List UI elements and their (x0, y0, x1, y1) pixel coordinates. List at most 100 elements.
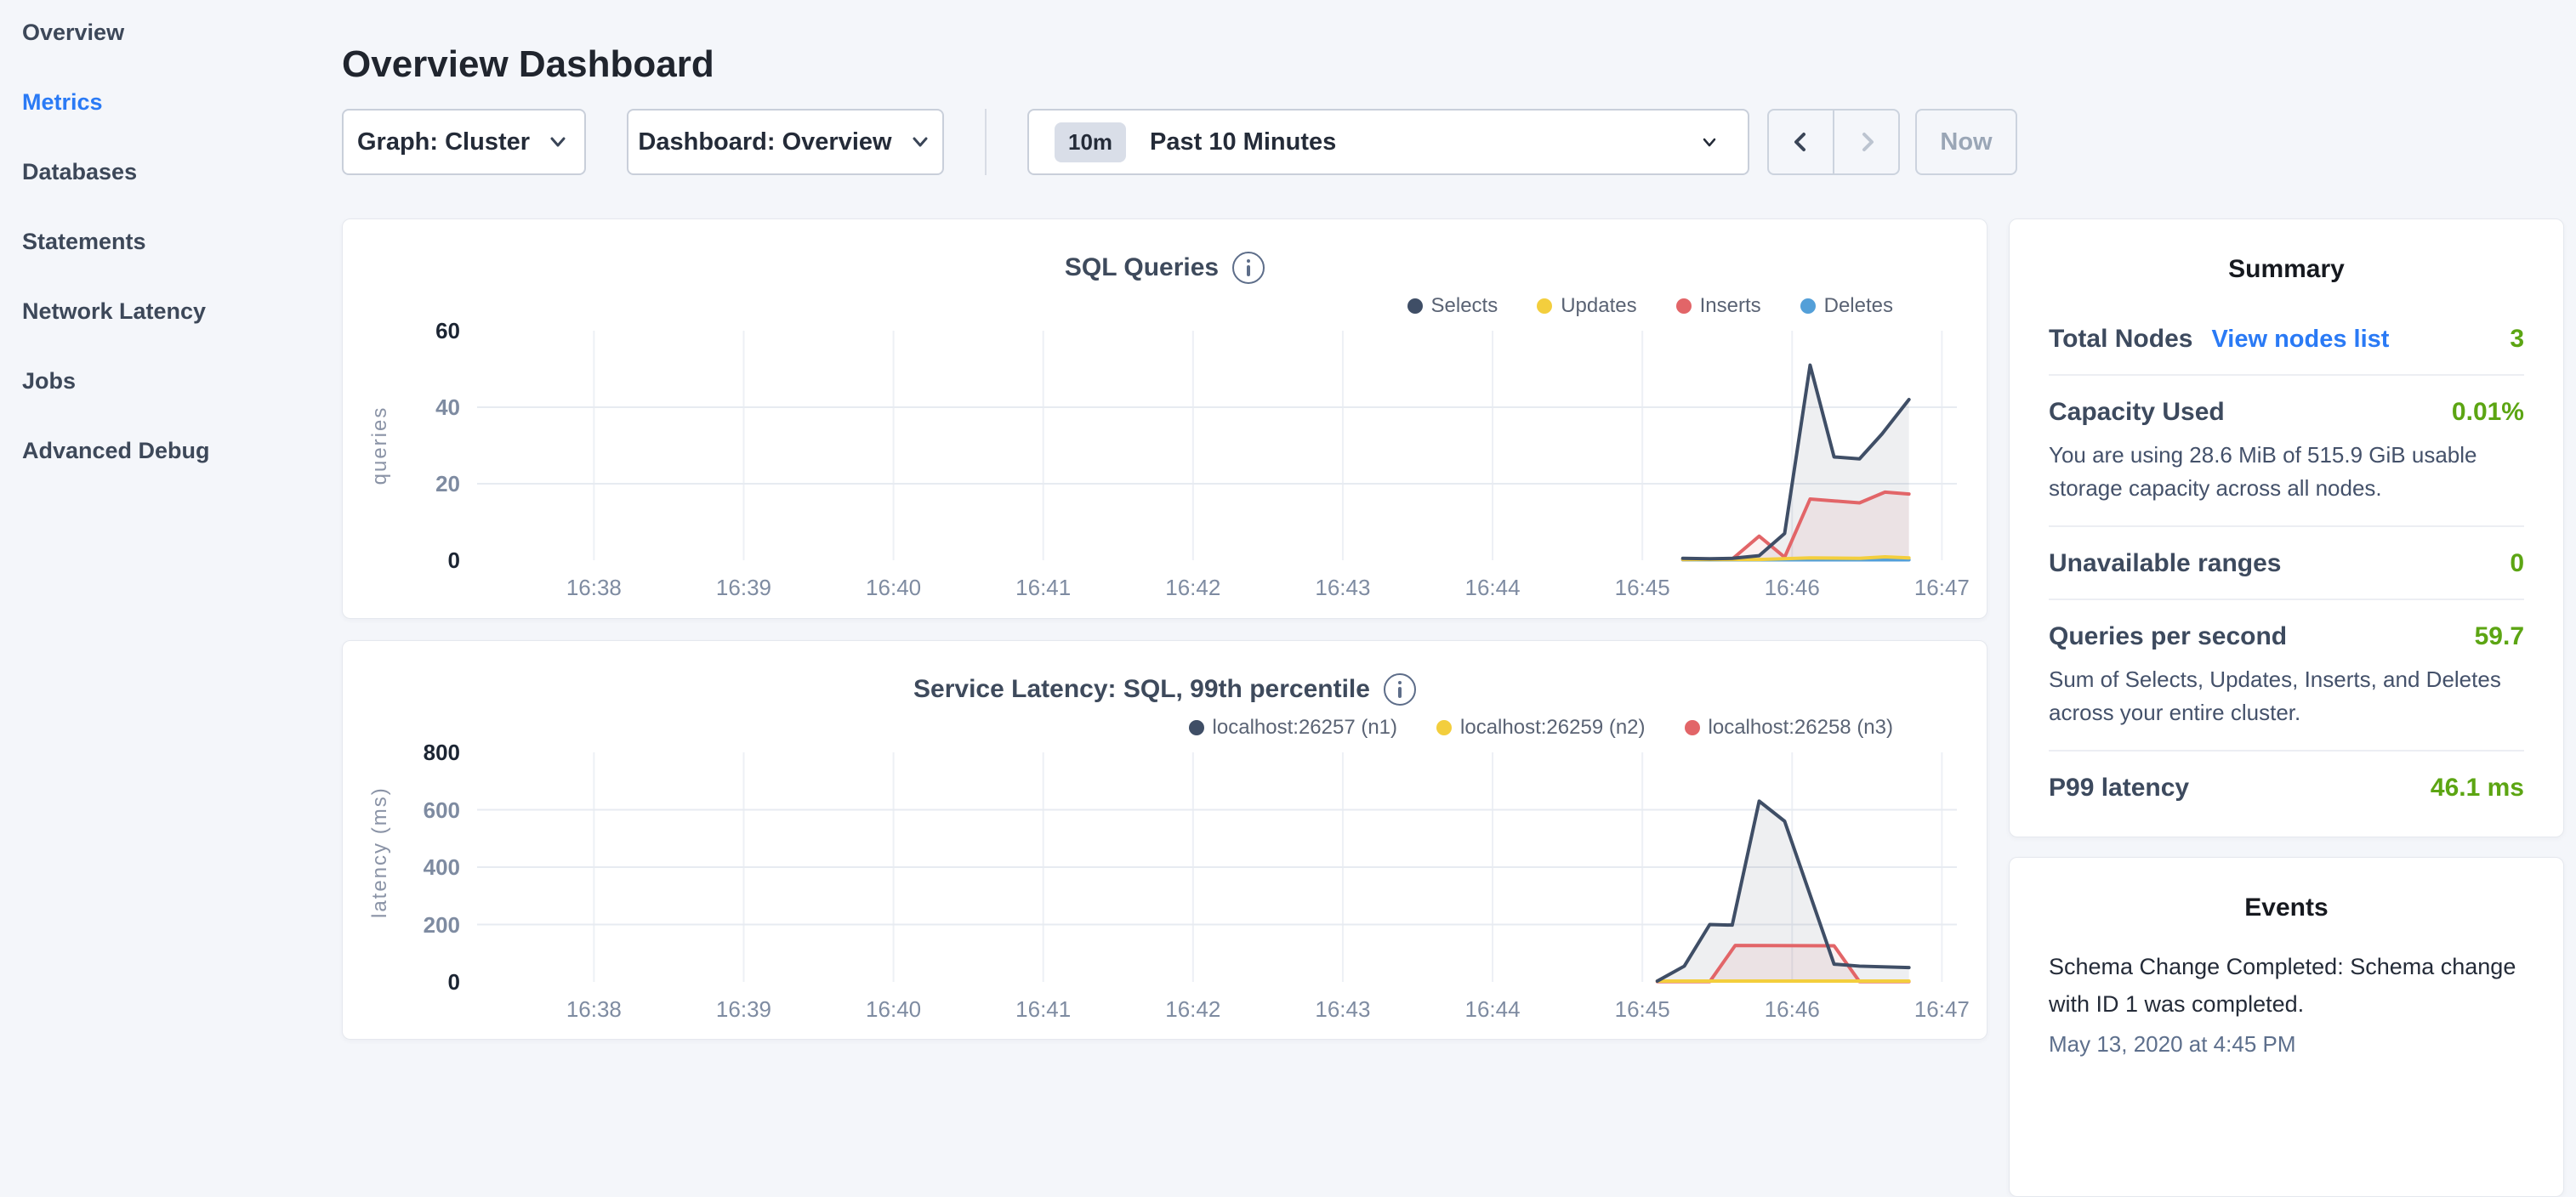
chevron-down-icon (545, 129, 571, 155)
sidebar-item-statements[interactable]: Statements (22, 226, 328, 257)
view-nodes-list-link[interactable]: View nodes list (2211, 326, 2389, 354)
sidebar-item-overview[interactable]: Overview (22, 17, 328, 48)
x-axis-tick: 16:40 (834, 575, 953, 601)
sidebar-item-databases[interactable]: Databases (22, 156, 328, 187)
time-range-badge: 10m (1055, 122, 1126, 162)
summary-row-value: 0 (2510, 549, 2524, 578)
y-axis-tick: 20 (358, 470, 460, 497)
legend-label: Updates (1561, 294, 1636, 318)
x-axis-tick: 16:47 (1882, 996, 2001, 1023)
y-axis-tick: 0 (358, 968, 460, 996)
x-axis-tick: 16:39 (684, 575, 803, 601)
summary-title: Summary (2010, 255, 2563, 284)
summary-row-label: Total Nodes (2049, 325, 2192, 354)
dashboard-selector-label: Dashboard: Overview (638, 128, 891, 156)
legend-dot-icon (1407, 298, 1423, 314)
x-axis-tick: 16:42 (1134, 575, 1253, 601)
x-axis-tick: 16:41 (984, 996, 1103, 1023)
sql-queries-plot[interactable] (477, 331, 1957, 560)
summary-row-label: Unavailable ranges (2049, 549, 2281, 578)
event-list-item[interactable]: Schema Change Completed: Schema change w… (2049, 948, 2524, 1058)
summary-row-p99-latency: P99 latency 46.1 ms (2049, 750, 2524, 823)
chart-legend: Selects Updates Inserts Deletes (1407, 294, 1894, 318)
summary-panel: Summary Total Nodes View nodes list 3 Ca… (2009, 218, 2564, 837)
y-axis-tick: 800 (358, 739, 460, 766)
legend-label: Deletes (1824, 294, 1893, 318)
x-axis-tick: 16:45 (1583, 996, 1702, 1023)
x-axis-tick: 16:41 (984, 575, 1103, 601)
summary-row-value: 0.01% (2452, 398, 2524, 427)
legend-item: localhost:26257 (n1) (1189, 716, 1397, 740)
dashboard-selector-dropdown[interactable]: Dashboard: Overview (627, 109, 944, 175)
legend-dot-icon (1685, 720, 1700, 735)
y-axis-tick: 0 (358, 547, 460, 574)
sidebar-nav: Overview Metrics Databases Statements Ne… (22, 17, 328, 505)
sidebar-item-network-latency[interactable]: Network Latency (22, 296, 328, 326)
summary-row-label: Queries per second (2049, 622, 2287, 651)
graph-selector-label: Graph: Cluster (357, 128, 530, 156)
sidebar-item-jobs[interactable]: Jobs (22, 366, 328, 396)
next-interval-button[interactable] (1833, 111, 1898, 173)
legend-label: Inserts (1700, 294, 1761, 318)
info-icon[interactable] (1384, 673, 1416, 706)
legend-item: Deletes (1800, 294, 1893, 318)
x-axis-tick: 16:39 (684, 996, 803, 1023)
summary-row-label: Capacity Used (2049, 398, 2225, 427)
summary-row-description: Sum of Selects, Updates, Inserts, and De… (2049, 663, 2524, 729)
event-timestamp: May 13, 2020 at 4:45 PM (2049, 1031, 2524, 1058)
legend-dot-icon (1436, 720, 1452, 735)
x-axis-tick: 16:42 (1134, 996, 1253, 1023)
x-axis-tick: 16:47 (1882, 575, 2001, 601)
sidebar-item-metrics[interactable]: Metrics (22, 87, 328, 117)
chart-title: SQL Queries (1065, 253, 1219, 282)
x-axis-tick: 16:45 (1583, 575, 1702, 601)
previous-interval-button[interactable] (1769, 111, 1833, 173)
service-latency-plot[interactable] (477, 752, 1957, 982)
legend-dot-icon (1189, 720, 1204, 735)
x-axis-tick: 16:43 (1283, 996, 1402, 1023)
overview-dashboard-page: { "sidebar": { "items": [ {"label": "Ove… (0, 0, 2576, 1051)
now-button[interactable]: Now (1915, 109, 2017, 175)
y-axis-tick: 60 (358, 317, 460, 344)
graph-selector-dropdown[interactable]: Graph: Cluster (342, 109, 586, 175)
summary-row-value: 3 (2510, 325, 2524, 354)
legend-item: localhost:26259 (n2) (1436, 716, 1645, 740)
x-axis-tick: 16:46 (1732, 996, 1851, 1023)
legend-item: localhost:26258 (n3) (1685, 716, 1893, 740)
events-title: Events (2010, 893, 2563, 922)
legend-label: localhost:26257 (n1) (1213, 716, 1397, 740)
sidebar-item-advanced-debug[interactable]: Advanced Debug (22, 435, 328, 466)
chevron-down-icon (1697, 129, 1722, 155)
legend-label: localhost:26259 (n2) (1460, 716, 1645, 740)
x-axis-tick: 16:40 (834, 996, 953, 1023)
y-axis-tick: 600 (358, 797, 460, 824)
legend-label: Selects (1431, 294, 1498, 318)
chevron-left-icon (1788, 128, 1815, 156)
legend-item: Inserts (1676, 294, 1761, 318)
legend-dot-icon (1676, 298, 1692, 314)
chevron-right-icon (1853, 128, 1880, 156)
service-latency-chart-card: Service Latency: SQL, 99th percentile lo… (342, 640, 1987, 1040)
legend-label: localhost:26258 (n3) (1709, 716, 1893, 740)
summary-row-label: P99 latency (2049, 774, 2189, 803)
sql-queries-chart-card: SQL Queries Selects Updates Inserts Deletes… (342, 218, 1987, 619)
x-axis-tick: 16:38 (534, 996, 653, 1023)
event-message: Schema Change Completed: Schema change w… (2049, 948, 2524, 1023)
summary-row-total-nodes: Total Nodes View nodes list 3 (2049, 303, 2524, 374)
legend-dot-icon (1537, 298, 1552, 314)
chart-title: Service Latency: SQL, 99th percentile (913, 675, 1370, 704)
page-title: Overview Dashboard (342, 43, 714, 86)
events-panel: Events Schema Change Completed: Schema c… (2009, 857, 2564, 1197)
summary-row-value: 59.7 (2475, 622, 2524, 651)
time-range-label: Past 10 Minutes (1150, 128, 1681, 156)
info-icon[interactable] (1232, 252, 1265, 284)
y-axis-tick: 40 (358, 394, 460, 421)
y-axis-tick: 200 (358, 911, 460, 939)
summary-row-capacity-used: Capacity Used 0.01% You are using 28.6 M… (2049, 374, 2524, 525)
summary-row-description: You are using 28.6 MiB of 515.9 GiB usab… (2049, 439, 2524, 505)
controls-divider (985, 109, 987, 175)
time-range-dropdown[interactable]: 10m Past 10 Minutes (1027, 109, 1749, 175)
summary-row-unavailable-ranges: Unavailable ranges 0 (2049, 525, 2524, 598)
x-axis-tick: 16:44 (1433, 996, 1552, 1023)
legend-item: Updates (1537, 294, 1636, 318)
